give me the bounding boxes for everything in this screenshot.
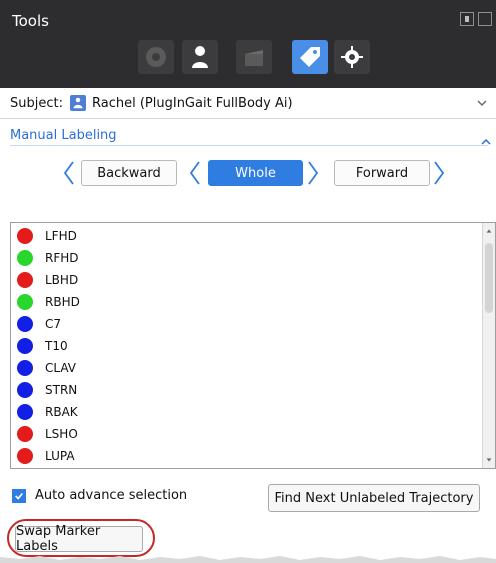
swap-marker-labels-button[interactable]: Swap Marker Labels bbox=[15, 524, 143, 554]
marker-label: STRN bbox=[45, 383, 78, 397]
marker-label: C7 bbox=[45, 317, 62, 331]
left-arrow-icon[interactable] bbox=[62, 159, 76, 187]
subject-icon[interactable] bbox=[182, 40, 218, 74]
marker-list-item[interactable]: STRN bbox=[11, 379, 475, 401]
clapperboard-icon[interactable] bbox=[236, 40, 272, 74]
subject-select[interactable]: Rachel (PlugInGait FullBody Ai) bbox=[70, 93, 490, 113]
right-arrow-icon[interactable] bbox=[306, 159, 320, 187]
marker-list-item[interactable]: LSHO bbox=[11, 423, 475, 445]
marker-list-item[interactable]: RFHD bbox=[11, 247, 475, 269]
chevron-down-icon[interactable] bbox=[474, 93, 490, 113]
panel-title: Tools bbox=[12, 12, 49, 30]
marker-color-dot bbox=[17, 338, 33, 354]
scrollbar[interactable] bbox=[482, 223, 495, 468]
marker-color-dot bbox=[17, 272, 33, 288]
gear-icon[interactable] bbox=[334, 40, 370, 74]
marker-list-item[interactable]: RBHD bbox=[11, 291, 475, 313]
marker-list-item[interactable]: LELB bbox=[11, 467, 475, 468]
pin-icon[interactable] bbox=[460, 12, 474, 26]
subject-person-icon bbox=[70, 95, 86, 111]
marker-label: RBAK bbox=[45, 405, 78, 419]
auto-advance-label: Auto advance selection bbox=[35, 488, 188, 503]
whole-button[interactable]: Whole bbox=[208, 160, 303, 186]
marker-color-dot bbox=[17, 404, 33, 420]
left-arrow-icon[interactable] bbox=[188, 159, 202, 187]
marker-list-item[interactable]: LBHD bbox=[11, 269, 475, 291]
forward-button[interactable]: Forward bbox=[334, 160, 430, 186]
scroll-thumb[interactable] bbox=[485, 243, 493, 313]
marker-label: RBHD bbox=[45, 295, 80, 309]
subject-label: Subject: bbox=[10, 96, 63, 111]
section-title: Manual Labeling bbox=[10, 128, 117, 143]
panel-header: Tools bbox=[0, 0, 496, 88]
marker-list-item[interactable]: LUPA bbox=[11, 445, 475, 467]
right-arrow-icon[interactable] bbox=[432, 159, 446, 187]
section-divider bbox=[10, 145, 488, 146]
marker-color-dot bbox=[17, 426, 33, 442]
marker-list-item[interactable]: C7 bbox=[11, 313, 475, 335]
marker-label: T10 bbox=[45, 339, 68, 353]
marker-list: LFHD RFHD LBHD RBHD C7 T10 CLAV STRN RBAK LSHO LUP… bbox=[10, 222, 496, 469]
subject-row: Subject: Rachel (PlugInGait FullBody Ai) bbox=[0, 88, 496, 119]
find-next-unlabeled-button[interactable]: Find Next Unlabeled Trajectory bbox=[268, 484, 480, 512]
marker-color-dot bbox=[17, 250, 33, 266]
marker-color-dot bbox=[17, 448, 33, 464]
float-icon[interactable] bbox=[478, 12, 492, 26]
marker-color-dot bbox=[17, 316, 33, 332]
backward-button[interactable]: Backward bbox=[81, 160, 177, 186]
marker-color-dot bbox=[17, 294, 33, 310]
markers-icon[interactable] bbox=[138, 40, 174, 74]
marker-list-item[interactable]: LFHD bbox=[11, 225, 475, 247]
label-tag-icon[interactable] bbox=[292, 40, 328, 74]
scroll-down-icon[interactable] bbox=[483, 452, 495, 468]
auto-advance-checkbox[interactable] bbox=[12, 489, 26, 503]
scroll-up-icon[interactable] bbox=[483, 223, 495, 239]
marker-color-dot bbox=[17, 382, 33, 398]
marker-label: LUPA bbox=[45, 449, 75, 463]
tools-panel: Tools Subject: Rachel (PlugInGait FullBo… bbox=[0, 0, 496, 563]
marker-label: LSHO bbox=[45, 427, 78, 441]
collapse-chevron-icon[interactable] bbox=[480, 136, 492, 148]
marker-label: LBHD bbox=[45, 273, 79, 287]
subject-value: Rachel (PlugInGait FullBody Ai) bbox=[92, 95, 293, 111]
marker-label: CLAV bbox=[45, 361, 76, 375]
marker-color-dot bbox=[17, 228, 33, 244]
marker-list-item[interactable]: CLAV bbox=[11, 357, 475, 379]
marker-label: RFHD bbox=[45, 251, 79, 265]
marker-list-item[interactable]: RBAK bbox=[11, 401, 475, 423]
marker-list-item[interactable]: T10 bbox=[11, 335, 475, 357]
marker-label: LFHD bbox=[45, 229, 77, 243]
torn-edge bbox=[0, 556, 496, 563]
marker-color-dot bbox=[17, 360, 33, 376]
